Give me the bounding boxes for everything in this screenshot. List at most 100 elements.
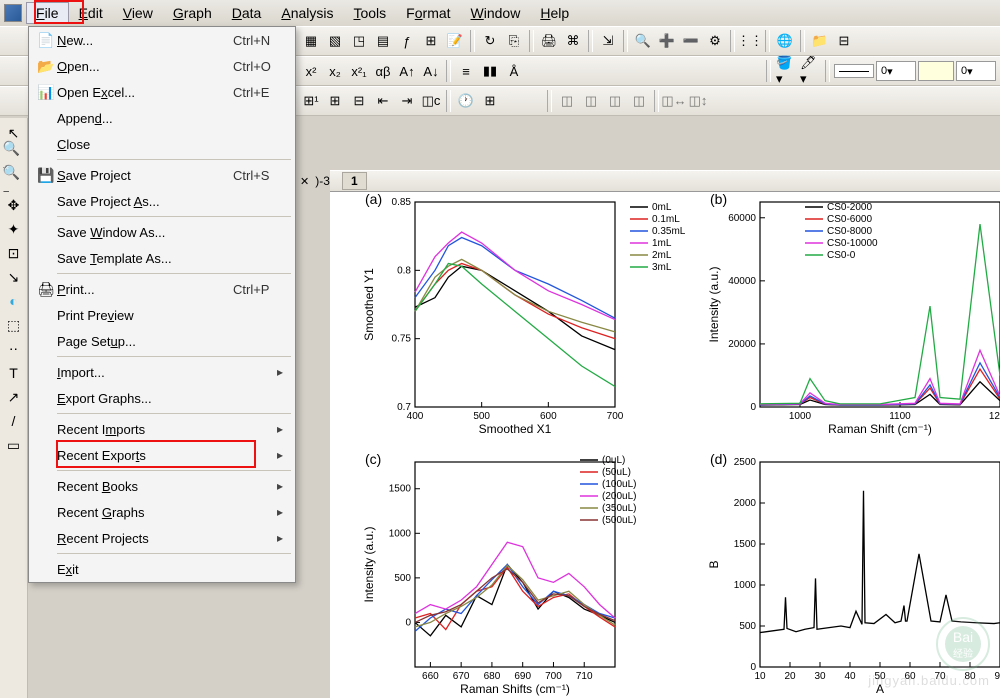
tb-folder-icon[interactable]: 📁 bbox=[809, 30, 831, 52]
tb-clock-icon[interactable]: 🕐 bbox=[455, 90, 477, 112]
tb-font-inc-icon[interactable]: A↑ bbox=[396, 60, 418, 82]
tb-line-style[interactable] bbox=[834, 64, 874, 78]
tb-fill-style[interactable] bbox=[918, 61, 954, 81]
lt-line-icon[interactable]: / bbox=[3, 410, 25, 432]
lt-data-icon[interactable]: ⊡ bbox=[3, 242, 25, 264]
svg-text:2500: 2500 bbox=[734, 457, 757, 468]
tb-align-icon[interactable]: ≡ bbox=[455, 60, 477, 82]
tb-bucket-icon[interactable]: 🪣▾ bbox=[775, 60, 797, 82]
dd-save-project[interactable]: 💾Save ProjectCtrl+S bbox=[29, 162, 295, 188]
tb-group5-icon[interactable]: ◫↔ bbox=[663, 90, 685, 112]
dd-print[interactable]: 🖨Print...Ctrl+P bbox=[29, 276, 295, 302]
menu-graph[interactable]: Graph bbox=[163, 2, 222, 24]
lt-zoom-out-icon[interactable]: 🔍₋ bbox=[3, 170, 25, 192]
tb-fill-val[interactable]: 0 ▾ bbox=[956, 61, 996, 81]
tb-layout-icon[interactable]: ⊞ bbox=[420, 30, 442, 52]
svg-text:1100: 1100 bbox=[889, 411, 911, 422]
tb-group2-icon[interactable]: ◫ bbox=[580, 90, 602, 112]
dd-recent-imports[interactable]: Recent Imports▸ bbox=[29, 416, 295, 442]
tb-merge-left-icon[interactable]: ⇤ bbox=[372, 90, 394, 112]
tb-symbol-icon[interactable]: Å bbox=[503, 60, 525, 82]
dd-save-template-as[interactable]: Save Template As... bbox=[29, 245, 295, 271]
tb-add-icon[interactable]: ➕ bbox=[656, 30, 678, 52]
tb-merge-right-icon[interactable]: ⇥ bbox=[396, 90, 418, 112]
tb-explorer-icon[interactable]: ⊟ bbox=[833, 30, 855, 52]
tb-line-width[interactable]: 0 ▾ bbox=[876, 61, 916, 81]
menu-file[interactable]: File bbox=[26, 2, 69, 24]
tb-group4-icon[interactable]: ◫ bbox=[628, 90, 650, 112]
dd-close[interactable]: Close bbox=[29, 131, 295, 157]
tb-refresh-icon[interactable]: ↻ bbox=[479, 30, 501, 52]
tb-sub-icon[interactable]: x₂ bbox=[324, 60, 346, 82]
tb-addcol-icon[interactable]: ⊞¹ bbox=[300, 90, 322, 112]
dd-save-window-as[interactable]: Save Window As... bbox=[29, 219, 295, 245]
tb-matrix-icon[interactable]: ▤ bbox=[372, 30, 394, 52]
tb-rescale-icon[interactable]: ⇲ bbox=[597, 30, 619, 52]
lt-cursor-icon[interactable]: ↘ bbox=[3, 266, 25, 288]
dd-recent-graphs[interactable]: Recent Graphs▸ bbox=[29, 499, 295, 525]
lt-arrow-icon[interactable]: ↗ bbox=[3, 386, 25, 408]
tb-dup-icon[interactable]: ⎘ bbox=[503, 30, 525, 52]
tb-4panel-a-icon[interactable]: ⊞ bbox=[324, 90, 346, 112]
menu-edit[interactable]: Edit bbox=[69, 2, 113, 24]
tb-extract-icon[interactable]: ◫c bbox=[420, 90, 442, 112]
tb-sup-icon[interactable]: x² bbox=[300, 60, 322, 82]
menu-data[interactable]: Data bbox=[222, 2, 272, 24]
graph-canvas: (a)4005006007000.70.750.80.85Smoothed X1… bbox=[330, 192, 1000, 698]
lt-pan-icon[interactable]: ✥ bbox=[3, 194, 25, 216]
dd-new[interactable]: 📄New...Ctrl+N bbox=[29, 27, 295, 53]
tb-print-icon[interactable]: 🖨 bbox=[538, 30, 560, 52]
tb-slider-icon[interactable]: ⋮⋮ bbox=[739, 30, 761, 52]
tb-script-icon[interactable]: ⌘ bbox=[562, 30, 584, 52]
lt-draw-icon[interactable]: ⋅⋅ bbox=[3, 338, 25, 360]
tb-font-dec-icon[interactable]: A↓ bbox=[420, 60, 442, 82]
lt-reader-icon[interactable]: ✦ bbox=[3, 218, 25, 240]
tb-remove-icon[interactable]: ➖ bbox=[680, 30, 702, 52]
svg-text:(b): (b) bbox=[710, 192, 727, 207]
menu-tools[interactable]: Tools bbox=[343, 2, 396, 24]
graph-tab-1[interactable]: 1 bbox=[342, 172, 367, 190]
tb-globe-icon[interactable]: 🌐 bbox=[774, 30, 796, 52]
dd-exit[interactable]: Exit bbox=[29, 556, 295, 582]
svg-text:10: 10 bbox=[754, 671, 766, 682]
menu-window[interactable]: Window bbox=[461, 2, 531, 24]
dd-append[interactable]: Append... bbox=[29, 105, 295, 131]
dd-import[interactable]: Import...▸ bbox=[29, 359, 295, 385]
tb-excel-icon[interactable]: ▧ bbox=[324, 30, 346, 52]
tb-grid-icon[interactable]: ⊞ bbox=[479, 90, 501, 112]
dd-recent-exports[interactable]: Recent Exports▸ bbox=[29, 442, 295, 468]
tb-code-icon[interactable]: ⚙ bbox=[704, 30, 726, 52]
dd-page-setup[interactable]: Page Setup... bbox=[29, 328, 295, 354]
tb-bars-icon[interactable]: ▮▮ bbox=[479, 60, 501, 82]
lt-region-icon[interactable]: ⬚ bbox=[3, 314, 25, 336]
tb-greek-icon[interactable]: αβ bbox=[372, 60, 394, 82]
dd-open-excel[interactable]: 📊Open Excel...Ctrl+E bbox=[29, 79, 295, 105]
tb-group1-icon[interactable]: ◫ bbox=[556, 90, 578, 112]
tb-graph-icon[interactable]: ◳ bbox=[348, 30, 370, 52]
lt-mask-icon[interactable]: ◐ bbox=[3, 290, 25, 312]
tb-workbook-icon[interactable]: ▦ bbox=[300, 30, 322, 52]
tb-func-icon[interactable]: ƒ bbox=[396, 30, 418, 52]
tb-zoom-icon[interactable]: 🔍 bbox=[632, 30, 654, 52]
tb-pen-icon[interactable]: 🖊▾ bbox=[799, 60, 821, 82]
lt-text-icon[interactable]: T bbox=[3, 362, 25, 384]
tb-supsub-icon[interactable]: x²₁ bbox=[348, 60, 370, 82]
tb-group6-icon[interactable]: ◫↕ bbox=[687, 90, 709, 112]
dd-print-preview[interactable]: Print Preview bbox=[29, 302, 295, 328]
svg-text:0: 0 bbox=[750, 662, 756, 673]
lt-rect-icon[interactable]: ▭ bbox=[3, 434, 25, 456]
dd-export-graphs[interactable]: Export Graphs... bbox=[29, 385, 295, 411]
menu-format[interactable]: Format bbox=[396, 2, 460, 24]
dd-save-project-as[interactable]: Save Project As... bbox=[29, 188, 295, 214]
tb-notes-icon[interactable]: 📝 bbox=[444, 30, 466, 52]
tb-4panel-b-icon[interactable]: ⊟ bbox=[348, 90, 370, 112]
tb-group3-icon[interactable]: ◫ bbox=[604, 90, 626, 112]
document-icon: 📄 bbox=[35, 32, 57, 49]
dd-recent-projects[interactable]: Recent Projects▸ bbox=[29, 525, 295, 551]
menu-view[interactable]: View bbox=[113, 2, 163, 24]
menu-analysis[interactable]: Analysis bbox=[271, 2, 343, 24]
graph-close-icon[interactable]: ✕ bbox=[300, 175, 309, 188]
menu-help[interactable]: Help bbox=[530, 2, 579, 24]
dd-recent-books[interactable]: Recent Books▸ bbox=[29, 473, 295, 499]
dd-open[interactable]: 📂Open...Ctrl+O bbox=[29, 53, 295, 79]
